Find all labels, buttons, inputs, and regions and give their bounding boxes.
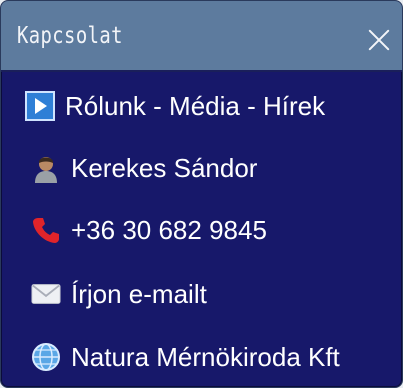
item-label: Natura Mérnökiroda Kft [71, 342, 340, 372]
phone-link[interactable]: +36 30 682 9845 [31, 215, 267, 245]
person-icon [31, 153, 61, 183]
item-label: Kerekes Sándor [71, 153, 258, 183]
globe-icon [31, 342, 61, 372]
item-label: +36 30 682 9845 [71, 215, 267, 245]
contact-dialog: Kapcsolat Rólunk - Média - Hírek Kerekes… [0, 0, 403, 388]
link-about-media-news[interactable]: Rólunk - Média - Hírek [25, 91, 325, 121]
dialog-header: Kapcsolat [1, 1, 402, 72]
item-label: Rólunk - Média - Hírek [65, 91, 326, 121]
play-button-icon [25, 91, 55, 121]
envelope-icon [31, 279, 61, 309]
close-icon[interactable] [366, 26, 392, 52]
dialog-title: Kapcsolat [17, 23, 123, 49]
item-label: Írjon e-mailt [71, 279, 207, 309]
telephone-icon [31, 215, 61, 245]
contact-name: Kerekes Sándor [31, 153, 257, 183]
email-link[interactable]: Írjon e-mailt [31, 279, 207, 309]
website-link[interactable]: Natura Mérnökiroda Kft [31, 342, 340, 372]
